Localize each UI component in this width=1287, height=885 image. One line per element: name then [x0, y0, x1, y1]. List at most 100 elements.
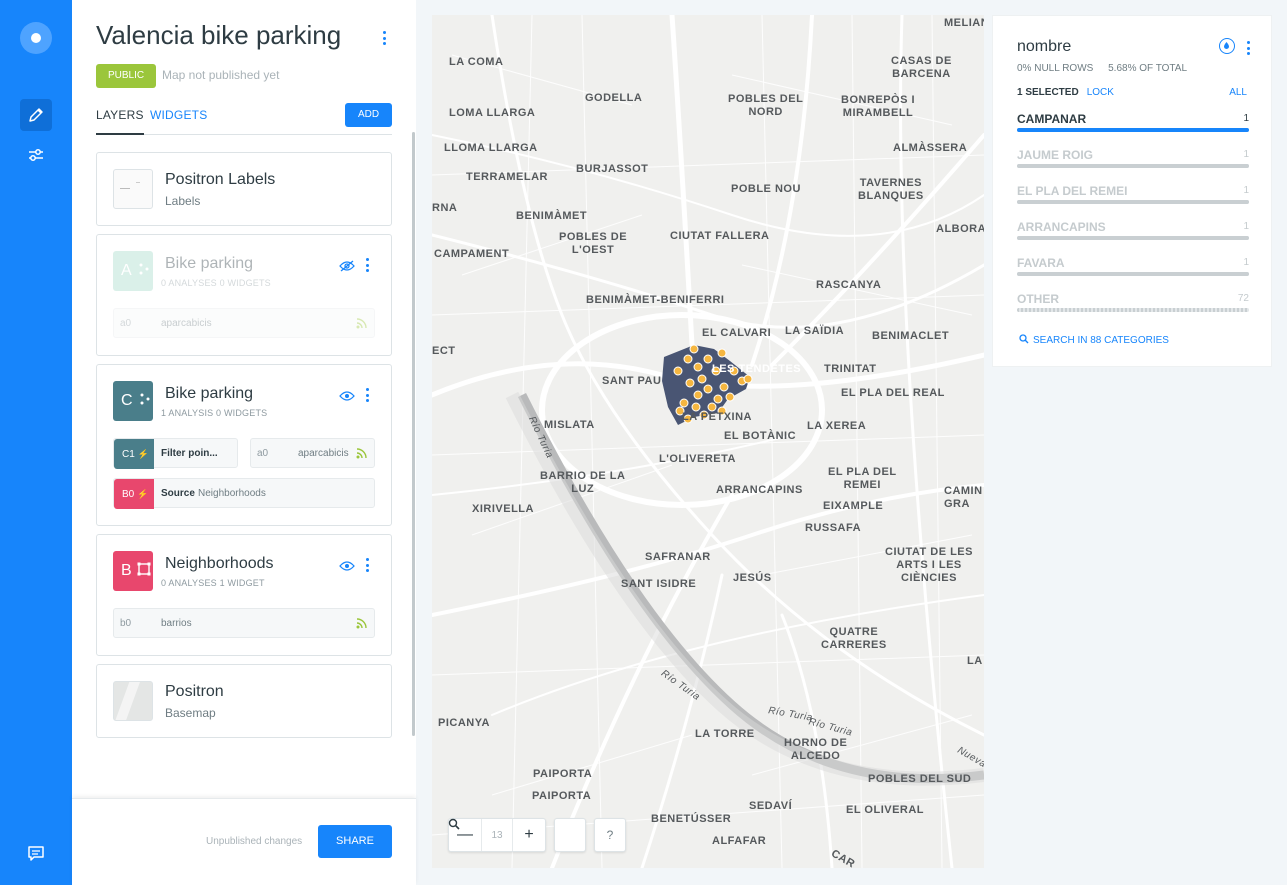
map-label: EL PLA DEL REMEI: [828, 466, 897, 491]
category-name: OTHER: [1017, 292, 1059, 306]
visible-eye-icon[interactable]: [339, 389, 355, 401]
map-label: LLOMA LLARGA: [444, 142, 538, 154]
layer-name[interactable]: Bike parking: [165, 385, 253, 403]
layer-name[interactable]: Bike parking: [165, 255, 253, 273]
analysis-id-tag: B0 ⚡: [114, 479, 154, 509]
category-count: 72: [1237, 293, 1249, 304]
map-label: BENIMÀMET: [516, 210, 588, 222]
widget-title[interactable]: nombre: [1017, 38, 1071, 56]
map-label: TERRAMELAR: [466, 171, 548, 183]
map-label: XIRIVELLA: [472, 503, 534, 515]
layer-options-button[interactable]: [360, 385, 374, 405]
hidden-eye-icon[interactable]: [339, 259, 355, 272]
map-label: SEDAVÍ: [749, 800, 793, 812]
category-bar-fill: [1017, 200, 1249, 204]
widget-options-button[interactable]: [1241, 38, 1255, 58]
feedback-button[interactable]: [26, 843, 46, 863]
category-row[interactable]: FAVARA 1: [1017, 256, 1249, 280]
layer-letter: A: [121, 262, 132, 279]
map-label: CAMPAMENT: [434, 248, 510, 260]
category-name: EL PLA DEL REMEI: [1017, 184, 1128, 198]
category-row[interactable]: ARRANCAPINS 1: [1017, 220, 1249, 244]
add-layer-button[interactable]: ADD: [345, 103, 392, 127]
lock-button[interactable]: LOCK: [1087, 87, 1114, 98]
layer-type: Labels: [165, 194, 201, 208]
editor-footer: Unpublished changes SHARE: [72, 798, 416, 885]
layer-source-row[interactable]: a0 aparcabicis: [250, 438, 375, 468]
layer-card-positron-labels[interactable]: Positron Labels Labels: [96, 152, 392, 226]
map-label: PICANYA: [438, 717, 490, 729]
layer-source-row[interactable]: a0 aparcabicis: [113, 308, 375, 338]
search-categories-button[interactable]: SEARCH IN 88 CATEGORIES: [1019, 334, 1169, 346]
category-bar-fill: [1017, 164, 1249, 168]
select-all-button[interactable]: ALL: [1229, 87, 1247, 98]
visible-eye-icon[interactable]: [339, 559, 355, 571]
map-label: HORNO DE ALCEDO: [784, 737, 848, 762]
analysis-value: Neighborhoods: [198, 488, 266, 499]
map-options-button[interactable]: [377, 28, 391, 48]
category-count: 1: [1243, 149, 1249, 160]
selected-count: 1 SELECTED: [1017, 87, 1079, 98]
share-button[interactable]: SHARE: [318, 825, 392, 858]
layer-name[interactable]: Positron: [165, 683, 224, 701]
layer-name[interactable]: Positron Labels: [165, 171, 275, 189]
tab-layers[interactable]: LAYERS: [96, 108, 144, 135]
help-button[interactable]: ?: [594, 818, 626, 852]
category-row[interactable]: JAUME ROIG 1: [1017, 148, 1249, 172]
map-label: BURJASSOT: [576, 163, 649, 175]
sync-feed-icon: [356, 448, 367, 459]
sync-feed-icon: [356, 318, 367, 329]
category-row[interactable]: EL PLA DEL REMEI 1: [1017, 184, 1249, 208]
panel-scrollbar[interactable]: [412, 132, 415, 736]
layer-card-c[interactable]: C Bike parking 1 ANALYSIS 0 WIDGETS C1 ⚡…: [96, 364, 392, 526]
map-label: BENIMACLET: [872, 330, 950, 342]
map-label: LA: [967, 655, 983, 667]
layer-options-button[interactable]: [360, 555, 374, 575]
category-row[interactable]: OTHER 72: [1017, 292, 1249, 316]
map-label: EL OLIVERAL: [846, 804, 925, 816]
source-id: a0: [120, 318, 132, 329]
map-search-button[interactable]: [448, 818, 586, 852]
category-name: JAUME ROIG: [1017, 148, 1094, 162]
layer-card-basemap[interactable]: Positron Basemap: [96, 664, 392, 738]
carto-logo[interactable]: [20, 22, 52, 54]
analysis-name: Filter poin...: [161, 448, 218, 459]
tab-widgets[interactable]: WIDGETS: [150, 108, 207, 122]
layer-card-b[interactable]: B Neighborhoods 0 ANALYSES 1 WIDGET b0 b…: [96, 534, 392, 656]
map-label: RASCANYA: [816, 279, 882, 291]
category-bar-fill: [1017, 272, 1249, 276]
publish-status: Map not published yet: [162, 68, 280, 82]
layer-card-a[interactable]: A Bike parking 0 ANALYSES 0 WIDGETS a0 a…: [96, 234, 392, 356]
layer-options-button[interactable]: [360, 255, 374, 275]
lightning-icon: ⚡: [137, 489, 149, 499]
analysis-node-c1[interactable]: C1 ⚡ Filter poin...: [113, 438, 238, 469]
zoom-in-button[interactable]: +: [513, 819, 545, 851]
sync-feed-icon: [356, 618, 367, 629]
analysis-label: Source: [161, 488, 195, 499]
category-row[interactable]: CAMPANAR 1: [1017, 112, 1249, 136]
edit-map-nav-button[interactable]: [20, 99, 52, 131]
layer-source-row[interactable]: b0 barrios: [113, 608, 375, 638]
zoom-level: 13: [481, 819, 513, 851]
category-count: 1: [1243, 185, 1249, 196]
widget-stats: 0% NULL ROWS 5.68% OF TOTAL: [1017, 63, 1187, 74]
map-title[interactable]: Valencia bike parking: [96, 20, 341, 51]
layer-name[interactable]: Neighborhoods: [165, 555, 274, 573]
map-label: CIUTAT FALLERA: [670, 230, 770, 242]
category-name: CAMPANAR: [1017, 112, 1087, 126]
color-drop-icon[interactable]: [1219, 38, 1235, 54]
zoom-control: — 13 +: [448, 818, 546, 852]
map-label: LOMA LLARGA: [449, 107, 536, 119]
map-canvas[interactable]: LA COMA GODELLA POBLES DEL NORD BONREPÒS…: [432, 15, 984, 868]
privacy-badge[interactable]: PUBLIC: [96, 64, 157, 88]
map-label: ALFAFAR: [712, 835, 767, 847]
source-name: aparcabicis: [161, 318, 212, 329]
basemap-thumbnail: [113, 681, 153, 721]
settings-nav-button[interactable]: [20, 139, 52, 171]
map-controls: — 13 + ?: [448, 818, 626, 852]
map-label: SANT PAU: [602, 375, 662, 387]
selection-summary: 1 SELECTED LOCK: [1017, 87, 1114, 98]
analysis-node-b0[interactable]: B0 ⚡ Source Neighborhoods: [113, 478, 375, 509]
editor-panel: Valencia bike parking PUBLIC Map not pub…: [72, 0, 416, 885]
map-label: MELIAN: [944, 17, 984, 29]
